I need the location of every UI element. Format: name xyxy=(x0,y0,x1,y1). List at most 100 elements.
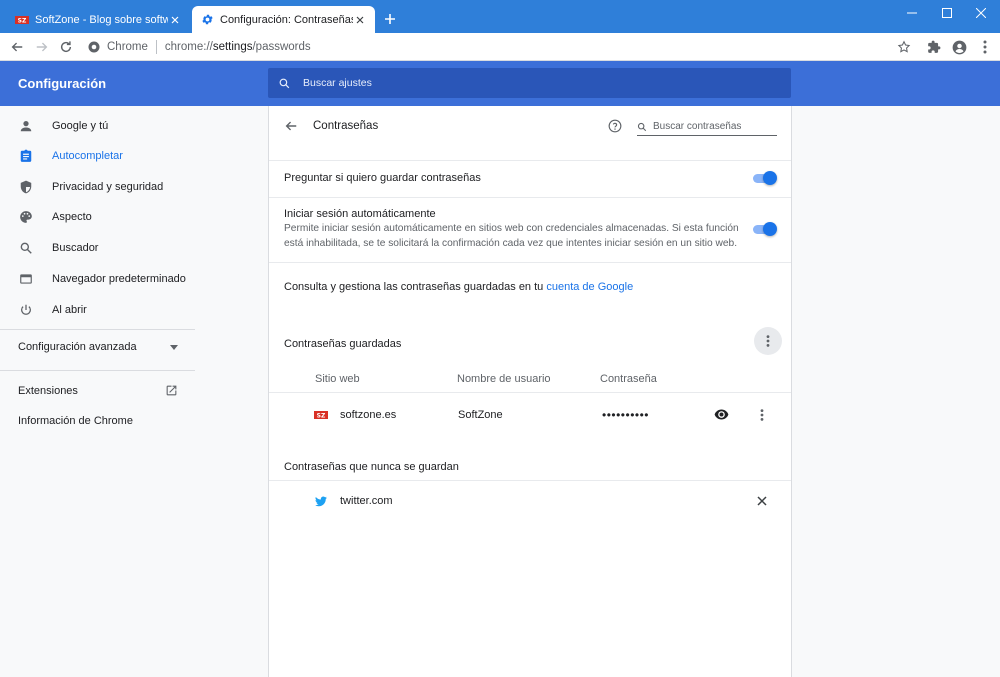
page-title: Contraseñas xyxy=(313,120,379,132)
tab-title: SoftZone - Blog sobre software, W xyxy=(35,13,168,26)
omnibox-site-label: Chrome xyxy=(107,41,148,53)
sidebar-advanced-toggle[interactable]: Configuración avanzada xyxy=(18,341,178,353)
sidebar-item-google[interactable]: Google y tú xyxy=(0,111,268,141)
sidebar-divider xyxy=(0,329,195,330)
svg-text:SZ: SZ xyxy=(317,413,326,420)
sidebar-advanced-label: Configuración avanzada xyxy=(18,341,137,353)
sidebar-item-on-startup[interactable]: Al abrir xyxy=(0,295,268,325)
minimize-icon[interactable] xyxy=(893,0,931,26)
sidebar-extensions-label: Extensiones xyxy=(18,384,78,397)
window-close-icon[interactable] xyxy=(962,0,1000,26)
search-icon xyxy=(278,77,291,90)
never-saved-heading: Contraseñas que nunca se guardan xyxy=(284,461,459,473)
row-divider xyxy=(269,392,791,393)
chrome-page-icon xyxy=(88,41,100,53)
back-arrow-icon[interactable] xyxy=(284,119,298,133)
sidebar-item-label: Al abrir xyxy=(52,304,87,316)
twitter-bird-icon xyxy=(315,496,327,507)
password-search-field[interactable]: Buscar contraseñas xyxy=(637,118,777,136)
more-vert-icon[interactable] xyxy=(760,409,764,421)
open-in-new-icon xyxy=(165,384,178,397)
profile-avatar-icon[interactable] xyxy=(951,39,967,55)
sidebar-divider xyxy=(0,370,195,371)
search-icon xyxy=(637,122,647,132)
settings-sidebar: Google y tú Autocompletar Privacidad y s… xyxy=(0,106,268,677)
gear-icon xyxy=(200,13,214,27)
help-icon[interactable] xyxy=(608,119,622,133)
sidebar-item-label: Privacidad y seguridad xyxy=(52,181,164,193)
sidebar-item-default-browser[interactable]: Navegador predeterminado xyxy=(0,264,268,294)
show-password-eye-icon[interactable] xyxy=(714,409,729,420)
sidebar-about-chrome[interactable]: Información de Chrome xyxy=(18,415,133,427)
saved-passwords-heading: Contraseñas guardadas xyxy=(284,338,402,350)
saved-username: SoftZone xyxy=(458,409,503,421)
row-divider xyxy=(269,480,791,481)
auto-signin-description-line2: está inhabilitada, se te solicitará la c… xyxy=(284,238,738,249)
search-icon xyxy=(18,240,34,256)
omnibox[interactable]: Chrome chrome://settings/passwords xyxy=(88,37,311,57)
auto-signin-description-line1: Permite iniciar sesión automáticamente e… xyxy=(284,223,739,234)
softzone-favicon-icon: SZ xyxy=(15,13,29,27)
saved-site: softzone.es xyxy=(340,409,397,421)
settings-search-field[interactable]: Buscar ajustes xyxy=(268,68,791,98)
passwords-card: Contraseñas Buscar contraseñas Preguntar… xyxy=(268,106,792,677)
sidebar-item-label: Autocompletar xyxy=(52,150,123,162)
new-tab-plus-icon[interactable] xyxy=(382,11,398,27)
remove-close-icon[interactable] xyxy=(757,496,767,506)
sidebar-item-label: Buscador xyxy=(52,242,99,254)
sidebar-item-label: Navegador predeterminado xyxy=(52,273,186,285)
column-header-password: Contraseña xyxy=(600,373,657,385)
tab-softzone[interactable]: SZ SoftZone - Blog sobre software, W xyxy=(7,6,190,33)
settings-search-placeholder: Buscar ajustes xyxy=(303,77,372,89)
omnibox-url-suffix: /passwords xyxy=(252,41,311,53)
manage-passwords-text: Consulta y gestiona las contraseñas guar… xyxy=(284,281,633,293)
bookmark-star-icon[interactable] xyxy=(896,39,912,55)
list-item: twitter.com xyxy=(269,482,791,522)
sidebar-item-privacy[interactable]: Privacidad y seguridad xyxy=(0,172,268,202)
auto-signin-toggle[interactable] xyxy=(751,222,777,236)
row-divider xyxy=(269,160,791,161)
omnibox-separator xyxy=(155,40,157,54)
dropdown-triangle-icon xyxy=(170,344,178,350)
offer-to-save-toggle[interactable] xyxy=(751,171,777,185)
sidebar-extensions-link[interactable]: Extensiones xyxy=(18,384,178,397)
column-header-website: Sitio web xyxy=(315,373,360,385)
password-search-placeholder: Buscar contraseñas xyxy=(653,121,742,132)
power-icon xyxy=(18,302,34,318)
row-divider xyxy=(269,197,791,198)
browser-titlebar: SZ SoftZone - Blog sobre software, W Con… xyxy=(0,0,1000,33)
tab-settings-passwords[interactable]: Configuración: Contraseñas xyxy=(192,6,375,33)
tab-close-icon[interactable] xyxy=(353,13,367,27)
never-saved-site: twitter.com xyxy=(340,495,393,507)
tab-close-icon[interactable] xyxy=(168,13,182,27)
table-row: SZ softzone.es SoftZone •••••••••• xyxy=(269,394,791,434)
browser-menu-icon[interactable] xyxy=(977,39,993,55)
sidebar-item-autofill[interactable]: Autocompletar xyxy=(0,141,268,171)
sidebar-item-appearance[interactable]: Aspecto xyxy=(0,202,268,232)
browser-toolbar: Chrome chrome://settings/passwords xyxy=(0,33,1000,61)
clipboard-icon xyxy=(18,148,34,164)
omnibox-url-path: settings xyxy=(212,41,253,53)
sidebar-item-label: Aspecto xyxy=(52,211,92,223)
back-arrow-icon[interactable] xyxy=(9,39,25,55)
extensions-puzzle-icon[interactable] xyxy=(926,39,942,55)
row-divider xyxy=(269,262,791,263)
browser-window-icon xyxy=(18,271,34,287)
auto-signin-label: Iniciar sesión automáticamente xyxy=(284,208,436,220)
forward-arrow-icon[interactable] xyxy=(34,39,50,55)
omnibox-url-prefix: chrome:// xyxy=(164,41,213,53)
google-account-link[interactable]: cuenta de Google xyxy=(546,281,633,293)
sidebar-item-search-engine[interactable]: Buscador xyxy=(0,233,268,263)
offer-to-save-label: Preguntar si quiero guardar contraseñas xyxy=(284,172,481,184)
svg-text:SZ: SZ xyxy=(18,17,27,24)
sidebar-item-label: Google y tú xyxy=(52,120,109,132)
manage-passwords-prefix: Consulta y gestiona las contraseñas guar… xyxy=(284,281,547,293)
more-vert-icon xyxy=(766,335,770,347)
maximize-icon[interactable] xyxy=(928,0,966,26)
reload-icon[interactable] xyxy=(58,39,74,55)
softzone-favicon-icon: SZ xyxy=(314,410,328,420)
tab-title: Configuración: Contraseñas xyxy=(220,13,353,26)
saved-passwords-more-button[interactable] xyxy=(754,327,782,355)
settings-app-title: Configuración xyxy=(18,76,107,91)
settings-header: Configuración Buscar ajustes xyxy=(0,61,1000,106)
